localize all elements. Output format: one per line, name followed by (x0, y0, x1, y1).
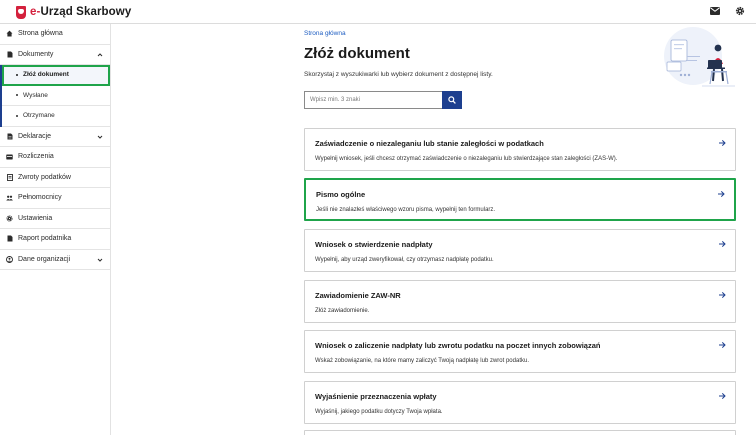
refund-icon (6, 173, 13, 181)
sidebar-item-settlements[interactable]: Rozliczenia (0, 147, 110, 168)
card-title: Wniosek o zaliczenie nadpłaty lub zwrotu… (315, 341, 601, 350)
chevron-up-icon (97, 52, 103, 56)
sidebar-item-label: Dokumenty (18, 50, 54, 58)
sidebar-subitem-sent[interactable]: Wysłane (2, 86, 110, 106)
organization-icon (6, 255, 13, 263)
arrow-right-icon (719, 140, 726, 146)
declaration-icon (6, 133, 13, 140)
card-title: Wniosek o stwierdzenie nadpłaty (315, 240, 433, 249)
documents-submenu: Złóż dokument Wysłane Otrzymane (0, 65, 110, 127)
document-card-zas-w[interactable]: Zaświadczenie o niezaleganiu lub stanie … (304, 128, 736, 171)
card-description: Wskaż zobowiązanie, na które mamy zalicz… (315, 358, 529, 364)
card-description: Jeśli nie znalazłeś właściwego wzoru pis… (316, 207, 496, 213)
bullet-icon (16, 94, 18, 97)
search-placeholder: Wpisz min. 3 znaki (310, 97, 361, 103)
search-button[interactable] (442, 91, 462, 109)
settlement-icon (6, 153, 13, 160)
document-card-overpayment-request[interactable]: Wniosek o stwierdzenie nadpłaty Wypełnij… (304, 229, 736, 272)
app-logo[interactable]: e-Urząd Skarbowy (16, 4, 131, 20)
home-icon (6, 30, 13, 37)
sidebar-item-taxpayer-report[interactable]: Raport podatnika (0, 229, 110, 250)
sidebar-subitem-submit-document[interactable]: Złóż dokument (2, 65, 110, 86)
card-description: Wypełnij, aby urząd zweryfikował, czy ot… (315, 257, 494, 263)
card-title: Pismo ogólne (316, 190, 366, 199)
card-description: Wyjaśnij, jakiego podatku dotyczy Twoja … (315, 409, 443, 415)
search-icon (448, 96, 456, 104)
sidebar-item-label: Deklaracje (18, 132, 52, 140)
bullet-icon (16, 73, 18, 76)
chevron-down-icon (97, 258, 103, 262)
sidebar-item-label: Ustawienia (18, 214, 53, 222)
page-title: Złóż dokument (304, 45, 410, 62)
sidebar-subitem-label: Złóż dokument (23, 71, 69, 79)
sidebar-item-label: Zwroty podatków (18, 173, 71, 181)
person-at-laptop-illustration (664, 27, 735, 87)
sidebar-item-refunds[interactable]: Zwroty podatków (0, 168, 110, 188)
mail-icon[interactable] (709, 5, 721, 17)
sidebar-item-organization-data[interactable]: Dane organizacji (0, 250, 110, 270)
document-card-zaw-nr[interactable]: Zawiadomienie ZAW-NR Złóż zawiadomienie. (304, 280, 736, 323)
card-description: Złóż zawiadomienie. (315, 308, 370, 314)
search-input[interactable]: Wpisz min. 3 znaki (304, 91, 442, 109)
card-title: Wyjaśnienie przeznaczenia wpłaty (315, 392, 437, 401)
arrow-right-icon (719, 393, 726, 399)
arrow-right-icon (719, 292, 726, 298)
sidebar-item-label: Dane organizacji (18, 255, 71, 263)
sidebar-item-settings[interactable]: Ustawienia (0, 209, 110, 229)
gear-icon (6, 215, 13, 222)
page-subtitle: Skorzystaj z wyszukiwarki lub wybierz do… (304, 71, 493, 78)
sidebar-subitem-received[interactable]: Otrzymane (2, 106, 110, 127)
card-title: Zaświadczenie o niezaleganiu lub stanie … (315, 139, 544, 148)
main-content: Strona główna Złóż dokument Skorzystaj z… (111, 24, 756, 435)
document-card-overpayment-allocation[interactable]: Wniosek o zaliczenie nadpłaty lub zwrotu… (304, 330, 736, 373)
document-card-partial[interactable] (304, 430, 736, 435)
chevron-down-icon (97, 135, 103, 139)
arrow-right-icon (719, 342, 726, 348)
top-bar: e-Urząd Skarbowy (0, 0, 756, 24)
arrow-right-icon (718, 191, 725, 197)
sidebar-subitem-label: Wysłane (23, 91, 48, 99)
sidebar-item-home[interactable]: Strona główna (0, 24, 110, 45)
app-title: e-Urząd Skarbowy (30, 6, 132, 18)
sidebar-subitem-label: Otrzymane (23, 112, 55, 120)
sidebar-item-proxies[interactable]: Pełnomocnicy (0, 188, 110, 209)
document-card-payment-explanation[interactable]: Wyjaśnienie przeznaczenia wpłaty Wyjaśni… (304, 381, 736, 424)
arrow-right-icon (719, 241, 726, 247)
sidebar-item-label: Strona główna (18, 30, 63, 38)
sidebar-item-documents[interactable]: Dokumenty (0, 45, 110, 65)
sidebar: Strona główna Dokumenty Złóż dokument Wy… (0, 24, 111, 435)
document-icon (6, 51, 13, 58)
card-description: Wypełnij wniosek, jeśli chcesz otrzymać … (315, 156, 618, 162)
people-icon (6, 194, 13, 201)
bullet-icon (16, 114, 18, 117)
gear-icon[interactable] (734, 5, 746, 17)
sidebar-item-label: Raport podatnika (18, 235, 72, 243)
card-title: Zawiadomienie ZAW-NR (315, 291, 401, 300)
document-card-general-letter[interactable]: Pismo ogólne Jeśli nie znalazłeś właściw… (304, 178, 736, 221)
sidebar-item-label: Pełnomocnicy (18, 194, 62, 202)
emblem-icon (16, 5, 26, 19)
sidebar-item-declarations[interactable]: Deklaracje (0, 127, 110, 147)
sidebar-item-label: Rozliczenia (18, 153, 54, 161)
report-icon (6, 235, 13, 242)
breadcrumb[interactable]: Strona główna (304, 30, 346, 37)
